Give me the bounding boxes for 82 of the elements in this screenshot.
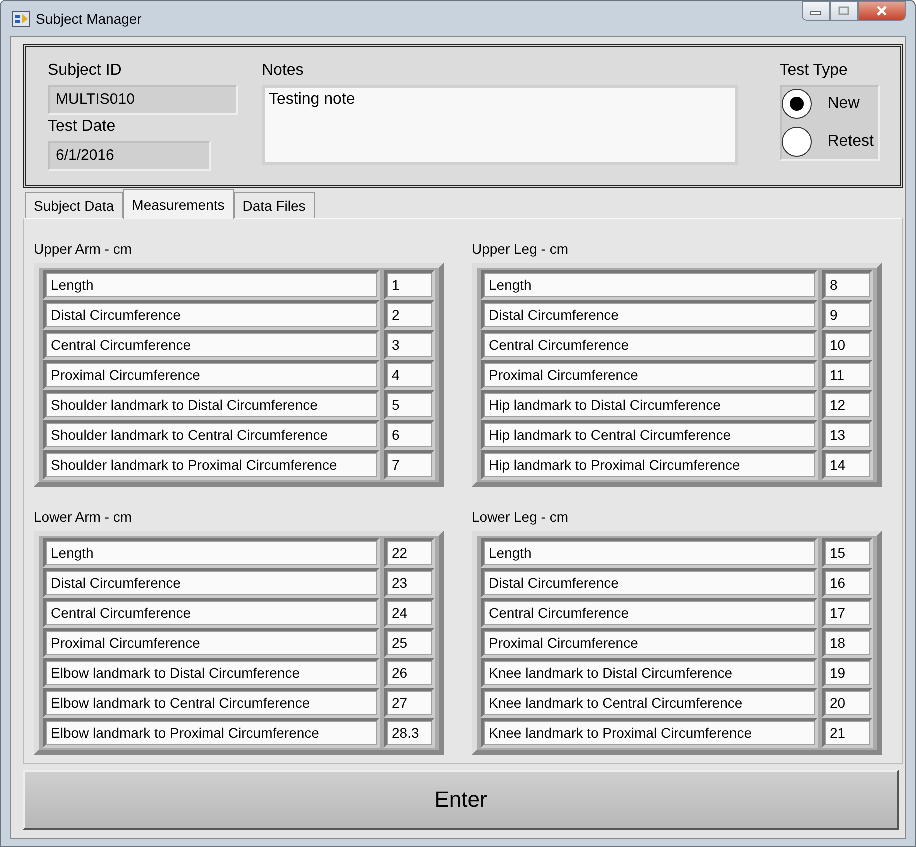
measurement-label: Proximal Circumference [47, 632, 376, 654]
measurement-value[interactable]: 7 [388, 454, 431, 476]
measurement-value[interactable]: 13 [826, 424, 869, 446]
measurement-label: Length [485, 274, 814, 296]
measurement-label: Knee landmark to Proximal Circumference [485, 722, 814, 744]
measurement-label: Distal Circumference [47, 304, 376, 326]
tab[interactable]: Data Files [234, 192, 315, 218]
measurement-label: Proximal Circumference [47, 364, 376, 386]
radio-label: New [828, 95, 860, 113]
measurement-value[interactable]: 25 [388, 632, 431, 654]
measurement-label: Proximal Circumference [485, 364, 814, 386]
measurement-label: Elbow landmark to Distal Circumference [47, 662, 376, 684]
measurement-label: Central Circumference [485, 602, 814, 624]
measurement-label: Central Circumference [47, 602, 376, 624]
measurement-label: Central Circumference [47, 334, 376, 356]
notes-field[interactable]: Testing note [262, 85, 738, 165]
measurement-value[interactable]: 28.3 [388, 722, 431, 744]
measurement-label: Proximal Circumference [485, 632, 814, 654]
measurement-value[interactable]: 18 [826, 632, 869, 654]
subject-id-label: Subject ID [48, 61, 123, 81]
measurement-value[interactable]: 12 [826, 394, 869, 416]
window-title: Subject Manager [36, 10, 142, 26]
measurement-value[interactable]: 5 [388, 394, 431, 416]
measurement-value[interactable]: 6 [388, 424, 431, 446]
app-icon [12, 10, 30, 26]
measurement-value[interactable]: 24 [388, 602, 431, 624]
test-date-field[interactable]: 6/1/2016 [48, 141, 211, 171]
measurement-value[interactable]: 2 [388, 304, 431, 326]
measurement-value[interactable]: 20 [826, 692, 869, 714]
notes-label: Notes [262, 61, 305, 81]
tab[interactable]: Subject Data [25, 192, 124, 218]
measurement-value[interactable]: 19 [826, 662, 869, 684]
test-date-label: Test Date [48, 117, 117, 137]
measurement-label: Length [47, 274, 376, 296]
measurement-label: Shoulder landmark to Central Circumference [47, 424, 376, 446]
measurement-label: Distal Circumference [485, 304, 814, 326]
measurement-label: Knee landmark to Distal Circumference [485, 662, 814, 684]
measurement-label: Shoulder landmark to Proximal Circumference [47, 454, 376, 476]
group-title: Lower Arm - cm [34, 509, 134, 525]
measurement-label: Distal Circumference [485, 572, 814, 594]
enter-button[interactable]: Enter [23, 770, 899, 830]
measurement-label: Central Circumference [485, 334, 814, 356]
maximize-button[interactable] [830, 1, 858, 21]
measurement-label: Hip landmark to Distal Circumference [485, 394, 814, 416]
measurement-label: Hip landmark to Central Circumference [485, 424, 814, 446]
measurement-value[interactable]: 22 [388, 542, 431, 564]
measurement-value[interactable]: 26 [388, 662, 431, 684]
measurement-label: Shoulder landmark to Distal Circumference [47, 394, 376, 416]
test-type-label: Test Type [780, 61, 849, 81]
subject-id-field[interactable]: MULTIS010 [48, 85, 238, 115]
radio-button[interactable] [782, 89, 812, 119]
group-title: Upper Arm - cm [34, 241, 134, 257]
measurement-label: Elbow landmark to Proximal Circumference [47, 722, 376, 744]
tab[interactable]: Measurements [123, 189, 234, 219]
measurement-value[interactable]: 21 [826, 722, 869, 744]
minimize-button[interactable] [802, 1, 830, 21]
maximize-icon [838, 6, 850, 16]
radio-button[interactable] [782, 127, 812, 157]
measurement-value[interactable]: 14 [826, 454, 869, 476]
measurement-label: Hip landmark to Proximal Circumference [485, 454, 814, 476]
measurement-value[interactable]: 15 [826, 542, 869, 564]
group-title: Upper Leg - cm [472, 241, 570, 257]
measurement-label: Distal Circumference [47, 572, 376, 594]
group-title: Lower Leg - cm [472, 509, 570, 525]
measurement-value[interactable]: 1 [388, 274, 431, 296]
measurement-value[interactable]: 4 [388, 364, 431, 386]
measurement-value[interactable]: 17 [826, 602, 869, 624]
measurement-label: Length [47, 542, 376, 564]
measurement-label: Length [485, 542, 814, 564]
measurement-label: Knee landmark to Central Circumference [485, 692, 814, 714]
measurement-value[interactable]: 9 [826, 304, 869, 326]
measurement-value[interactable]: 11 [826, 364, 869, 386]
radio-label: Retest [828, 133, 874, 151]
measurement-value[interactable]: 23 [388, 572, 431, 594]
measurement-value[interactable]: 8 [826, 274, 869, 296]
close-button[interactable] [858, 1, 906, 21]
measurement-label: Elbow landmark to Central Circumference [47, 692, 376, 714]
close-icon [875, 5, 889, 17]
measurement-value[interactable]: 16 [826, 572, 869, 594]
measurement-value[interactable]: 3 [388, 334, 431, 356]
measurement-value[interactable]: 10 [826, 334, 869, 356]
measurement-value[interactable]: 27 [388, 692, 431, 714]
